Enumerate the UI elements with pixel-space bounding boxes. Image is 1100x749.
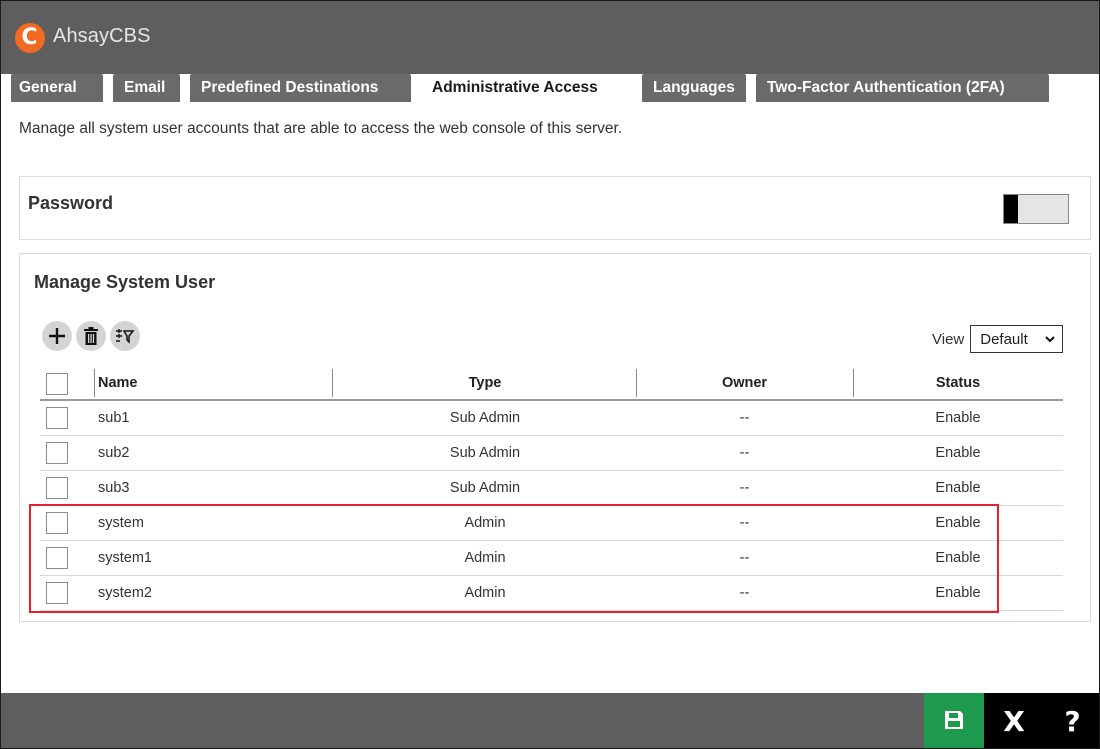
cell-name: system1 [98, 550, 152, 566]
cell-owner: -- [739, 515, 750, 531]
row-checkbox[interactable] [46, 442, 68, 464]
password-panel: Password [19, 176, 1091, 240]
view-dropdown[interactable]: Default [970, 325, 1064, 353]
app-title: AhsayCBS [53, 25, 151, 47]
table-row[interactable]: system2 Admin -- Enable [40, 576, 1063, 611]
table-row[interactable]: sub3 Sub Admin -- Enable [40, 471, 1063, 506]
table-row[interactable]: sub2 Sub Admin -- Enable [40, 436, 1063, 471]
ahsay-logo-icon: C [15, 23, 45, 53]
password-toggle[interactable] [1003, 194, 1069, 224]
tab-two-factor-authentication[interactable]: Two-Factor Authentication (2FA) [756, 74, 1049, 102]
tab-email[interactable]: Email [113, 74, 180, 102]
chevron-down-icon [1044, 332, 1056, 349]
cell-type: Admin [464, 515, 506, 531]
title-bar: C AhsayCBS [1, 1, 1099, 74]
tab-bar: General Email Predefined Destinations Ad… [11, 74, 1059, 102]
tab-general[interactable]: General [11, 74, 103, 102]
cell-status: Enable [935, 445, 981, 461]
row-checkbox[interactable] [46, 407, 68, 429]
tab-administrative-access[interactable]: Administrative Access [421, 74, 632, 102]
tab-predefined-destinations[interactable]: Predefined Destinations [190, 74, 411, 102]
cell-status: Enable [935, 480, 981, 496]
app-window: C AhsayCBS General Email Predefined Dest… [0, 0, 1100, 749]
cell-status: Enable [935, 550, 981, 566]
cell-name: system [98, 515, 144, 531]
cell-type: Admin [464, 550, 506, 566]
add-icon[interactable] [42, 321, 72, 351]
help-icon: ? [1064, 705, 1081, 738]
cell-type: Sub Admin [449, 445, 521, 461]
header-status[interactable]: Status [853, 367, 1063, 399]
view-selector: View Default [932, 325, 1064, 353]
cell-owner: -- [739, 445, 750, 461]
cell-name: sub2 [98, 445, 130, 461]
cell-name: system2 [98, 585, 152, 601]
cell-owner: -- [739, 585, 750, 601]
close-icon: X [1003, 705, 1025, 738]
row-checkbox[interactable] [46, 547, 68, 569]
page-description: Manage all system user accounts that are… [19, 120, 623, 137]
select-all-checkbox[interactable] [46, 373, 68, 395]
table-row[interactable]: system Admin -- Enable [40, 506, 1063, 541]
cell-name: sub3 [98, 480, 130, 496]
row-checkbox[interactable] [46, 582, 68, 604]
manage-system-user-panel: Manage System User View Default Name Typ… [19, 253, 1091, 622]
save-icon [943, 705, 965, 738]
table-header: Name Type Owner Status [40, 367, 1063, 401]
help-button[interactable]: ? [1044, 693, 1099, 748]
close-button[interactable]: X [984, 693, 1044, 748]
tab-languages[interactable]: Languages [642, 74, 746, 102]
column-divider[interactable] [332, 369, 333, 397]
manage-system-user-title: Manage System User [34, 272, 216, 292]
cell-owner: -- [739, 410, 750, 426]
footer-bar: X ? [1, 693, 1099, 748]
view-dropdown-value: Default [980, 330, 1028, 348]
header-owner[interactable]: Owner [636, 367, 853, 399]
toggle-knob [1004, 195, 1018, 223]
delete-icon[interactable] [76, 321, 106, 351]
row-checkbox[interactable] [46, 477, 68, 499]
cell-owner: -- [739, 480, 750, 496]
password-title: Password [28, 193, 114, 213]
table-row[interactable]: sub1 Sub Admin -- Enable [40, 401, 1063, 436]
header-type[interactable]: Type [334, 367, 636, 399]
cell-type: Sub Admin [449, 480, 521, 496]
row-checkbox[interactable] [46, 512, 68, 534]
cell-status: Enable [935, 410, 981, 426]
cell-name: sub1 [98, 410, 130, 426]
table-row[interactable]: system1 Admin -- Enable [40, 541, 1063, 576]
cell-type: Sub Admin [449, 410, 521, 426]
cell-status: Enable [935, 515, 981, 531]
header-name[interactable]: Name [98, 367, 328, 399]
system-user-table: Name Type Owner Status sub1 Sub Admin --… [40, 367, 1063, 611]
save-button[interactable] [924, 693, 984, 748]
cell-type: Admin [464, 585, 506, 601]
user-toolbar [42, 321, 140, 351]
filter-icon[interactable] [110, 321, 140, 351]
cell-status: Enable [935, 585, 981, 601]
column-divider[interactable] [94, 369, 95, 397]
cell-owner: -- [739, 550, 750, 566]
view-label: View [932, 330, 965, 348]
